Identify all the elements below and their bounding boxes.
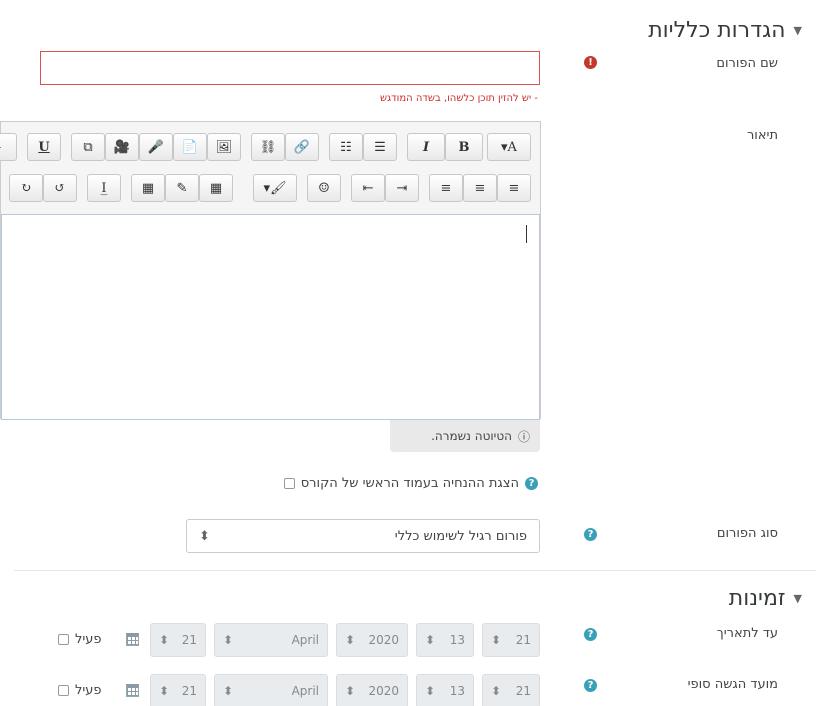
cutoff-enable-label[interactable]: פעיל bbox=[75, 683, 102, 698]
cutoff-enable-checkbox[interactable] bbox=[58, 685, 69, 696]
section-availability-header[interactable]: ▼ זמינות bbox=[729, 586, 802, 611]
equation-icon[interactable]: ▦ bbox=[199, 174, 233, 202]
emoticon-icon[interactable]: ☺ bbox=[307, 174, 341, 202]
due-enable-row: פעיל bbox=[58, 632, 102, 647]
collapse-caret-icon[interactable]: ▼ bbox=[794, 592, 802, 605]
cutoff-enable-row: פעיל bbox=[58, 683, 102, 698]
due-enable-label[interactable]: פעיל bbox=[75, 632, 102, 647]
edit-icon[interactable]: ✎ bbox=[165, 174, 199, 202]
collapse-caret-icon[interactable]: ▼ bbox=[794, 24, 802, 37]
editor-content-area[interactable] bbox=[1, 214, 540, 420]
due-day-select[interactable]: ⬍ 21 bbox=[482, 623, 540, 657]
image-icon[interactable]: 🖼 bbox=[207, 133, 241, 161]
record-video-icon[interactable]: 🎥 bbox=[105, 133, 139, 161]
section-general-title: הגדרות כלליות bbox=[648, 18, 786, 43]
media-icon[interactable]: 📄 bbox=[173, 133, 207, 161]
display-description-label[interactable]: הצגת ההנחיה בעמוד הראשי של הקורס bbox=[301, 476, 519, 491]
help-icon[interactable]: ? bbox=[584, 628, 597, 641]
unlink-icon[interactable]: ⛓ bbox=[251, 133, 285, 161]
manage-files-icon[interactable]: ⧉ bbox=[71, 133, 105, 161]
align-right-icon[interactable]: ≡ bbox=[429, 174, 463, 202]
section-availability-title: זמינות bbox=[728, 586, 786, 611]
unordered-list-icon[interactable]: ☰ bbox=[363, 133, 397, 161]
info-icon: ⓘ bbox=[517, 429, 530, 444]
link-icon[interactable]: 🔗 bbox=[285, 133, 319, 161]
forum-type-value: פורום רגיל לשימוש כללי bbox=[394, 528, 527, 544]
forum-name-error: - יש להזין תוכן כלשהו, בשדה המודגש bbox=[379, 93, 538, 104]
rich-text-editor: ▾A B I ☰ ☷ 🔗 ⛓ 🖼 📄 🎤 🎥 ⧉ U - ≡ ≡ ≡ ⇥ ⇤ ☺… bbox=[0, 121, 541, 420]
align-center-icon[interactable]: ≡ bbox=[463, 174, 497, 202]
help-icon[interactable]: ? bbox=[584, 528, 597, 541]
font-color-button[interactable]: ▾A bbox=[487, 133, 531, 161]
text-caret bbox=[526, 225, 527, 243]
due-hour-select[interactable]: ⬍ 13 bbox=[416, 623, 474, 657]
redo-icon[interactable]: ↻ bbox=[9, 174, 43, 202]
due-month-select[interactable]: ⬍ April bbox=[214, 623, 328, 657]
ordered-list-icon[interactable]: ☷ bbox=[329, 133, 363, 161]
editor-toolbar-row-1: ▾A B I ☰ ☷ 🔗 ⛓ 🖼 📄 🎤 🎥 ⧉ U - bbox=[0, 133, 540, 167]
calendar-icon[interactable] bbox=[126, 684, 139, 697]
forum-name-input[interactable] bbox=[40, 51, 540, 85]
undo-icon[interactable]: ↺ bbox=[43, 174, 77, 202]
due-enable-checkbox[interactable] bbox=[58, 634, 69, 645]
required-error-icon: ! bbox=[584, 56, 597, 69]
cutoff-hour-select[interactable]: ⬍ 13 bbox=[416, 674, 474, 706]
record-audio-icon[interactable]: 🎤 bbox=[139, 133, 173, 161]
character-map-icon[interactable]: I̲ bbox=[87, 174, 121, 202]
editor-toolbar-row-2: ≡ ≡ ≡ ⇥ ⇤ ☺ ▾🖌 ▦ ✎ ▦ I̲ ↺ ↻ bbox=[1, 174, 540, 208]
bold-button[interactable]: B bbox=[445, 133, 483, 161]
italic-button[interactable]: I bbox=[407, 133, 445, 161]
display-description-row: הצגת ההנחיה בעמוד הראשי של הקורס ? bbox=[283, 476, 538, 491]
due-year-select[interactable]: ⬍ 2020 bbox=[336, 623, 408, 657]
description-label: תיאור bbox=[746, 128, 778, 143]
draft-status-text: הטיוטה נשמרה. bbox=[431, 429, 512, 443]
section-general-header[interactable]: ▼ הגדרות כלליות bbox=[648, 18, 802, 43]
cutoff-year-select[interactable]: ⬍ 2020 bbox=[336, 674, 408, 706]
cutoff-minute-select[interactable]: ⬍ 21 bbox=[150, 674, 206, 706]
draft-status: ⓘ הטיוטה נשמרה. bbox=[390, 420, 540, 452]
indent-icon[interactable]: ⇥ bbox=[385, 174, 419, 202]
divider bbox=[14, 570, 816, 571]
help-icon[interactable]: ? bbox=[525, 477, 538, 490]
cutoff-month-select[interactable]: ⬍ April bbox=[214, 674, 328, 706]
help-icon[interactable]: ? bbox=[584, 679, 597, 692]
cutoff-date-label: מועד הגשה סופי bbox=[687, 677, 778, 692]
strikethrough-button[interactable]: - bbox=[0, 133, 17, 161]
select-arrows-icon: ⬍ bbox=[199, 528, 210, 544]
forum-type-select[interactable]: ⬍ פורום רגיל לשימוש כללי bbox=[186, 519, 540, 553]
outdent-icon[interactable]: ⇤ bbox=[351, 174, 385, 202]
due-minute-select[interactable]: ⬍ 21 bbox=[150, 623, 206, 657]
forum-name-label: שם הפורום bbox=[716, 56, 778, 71]
calendar-icon[interactable] bbox=[126, 633, 139, 646]
due-date-label: עד לתאריך bbox=[716, 626, 778, 641]
cutoff-day-select[interactable]: ⬍ 21 bbox=[482, 674, 540, 706]
display-description-checkbox[interactable] bbox=[283, 478, 295, 489]
align-left-icon[interactable]: ≡ bbox=[497, 174, 531, 202]
table-icon[interactable]: ▦ bbox=[131, 174, 165, 202]
clear-formatting-icon[interactable]: ▾🖌 bbox=[253, 174, 297, 202]
forum-type-label: סוג הפורום bbox=[716, 526, 778, 541]
underline-button[interactable]: U bbox=[27, 133, 61, 161]
